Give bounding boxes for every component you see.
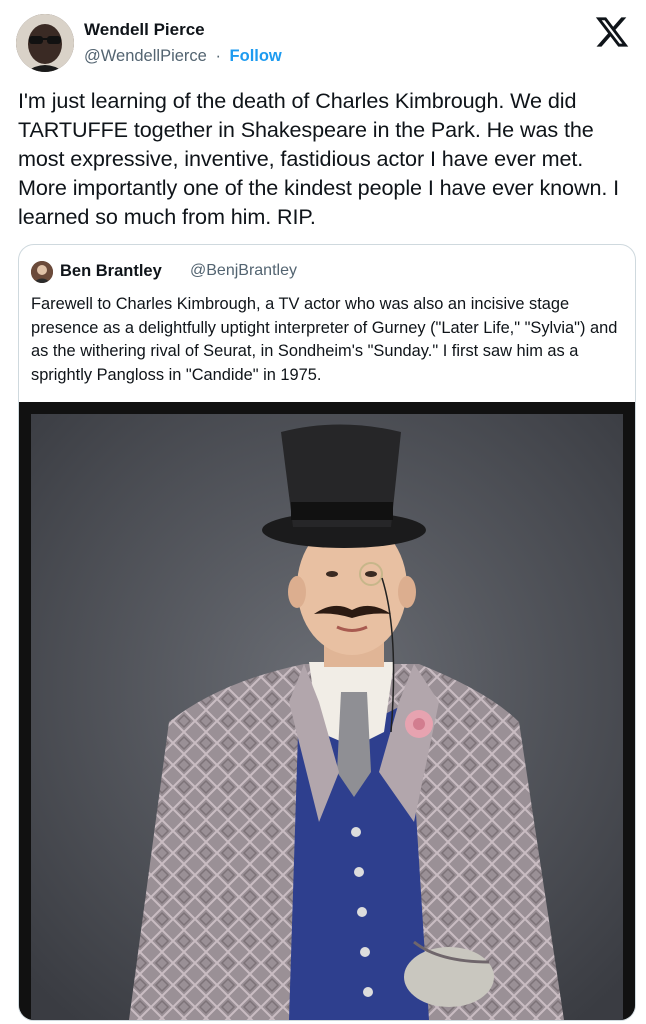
quoted-tweet-photo[interactable] [19,402,635,1020]
author-name[interactable]: Wendell Pierce [84,20,205,40]
x-logo-icon[interactable] [594,14,630,50]
quoted-author-name[interactable]: Ben Brantley [60,262,162,281]
author-avatar[interactable] [16,14,74,72]
quoted-author-avatar[interactable] [31,261,53,283]
tweet-header: Wendell Pierce @WendellPierce · Follow [16,14,630,74]
quoted-author-handle[interactable]: @BenjBrantley [190,262,297,280]
follow-button[interactable]: Follow [230,47,282,65]
author-handle-row: @WendellPierce · Follow [84,47,282,66]
separator-dot: · [215,47,221,65]
quoted-tweet-text: Farewell to Charles Kimbrough, a TV acto… [31,295,618,384]
quoted-tweet-card[interactable]: Ben Brantley @BenjBrantley Farewell to C… [18,244,636,1021]
tweet-text: I'm just learning of the death of Charle… [18,88,620,229]
author-handle[interactable]: @WendellPierce [84,47,207,65]
